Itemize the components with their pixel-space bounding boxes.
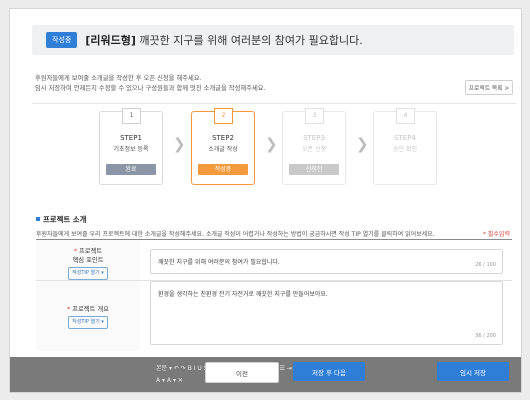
guide-line-2: 임시 저장하여 언제든지 수정할 수 있으나 구성원들과 함께 멋진 소개글을 … [35,85,266,92]
chevron-right-icon: ❯ [265,135,278,153]
step-number: 1 [122,108,141,124]
guide-line-1: 후원자들에게 보여줄 소개글을 작성한 후 오픈 신청을 해주세요. [35,75,202,82]
chevron-right-icon: ❯ [173,135,186,153]
overview-textarea[interactable]: 환경을 생각하는 친환경 전기 자전거로 깨끗한 지구를 만들어보아요. 36 … [150,281,503,345]
step-description: 기초정보 등록 [113,146,149,153]
tip-open-button[interactable]: 작성TIP 열기 ▾ [68,316,108,329]
section-title-text: 프로젝트 소개 [43,215,87,224]
status-badge: 작성중 [46,32,78,48]
step-title: STEP2 [212,134,234,142]
main-frame: 작성중 [리워드형] 깨끗한 지구를 위해 여러분의 참여가 필요합니다. 후원… [9,8,522,393]
step-2: 2 STEP2 소개글 작성 작성중 [191,108,255,185]
divider [32,103,516,104]
char-counter: 36 / 200 [475,333,496,339]
project-header: 작성중 [리워드형] 깨끗한 지구를 위해 여러분의 참여가 필요합니다. [32,25,514,55]
overview-value: 환경을 생각하는 친환경 전기 자전거로 깨끗한 지구를 만들어보아요. [158,291,328,298]
step-description: 오픈 신청 [302,146,326,153]
project-list-button[interactable]: 프로젝트 목록 > [465,80,513,95]
section-marker [36,217,40,221]
section-description: 후원자들에게 보여줄 우리 프로젝트에 대한 소개글을 작성해주세요. 소개글 … [36,231,435,238]
field-label-overview: * 프로젝트 개요 작성TIP 열기 ▾ [38,305,138,329]
step-title: STEP4 [394,134,416,142]
step-title: STEP3 [303,134,325,142]
project-type-label: [리워드형] [85,34,136,47]
field-label-key-point: * 프로젝트 핵심 포인트 작성TIP 열기 ▾ [38,247,138,280]
step-description: 소개글 작성 [208,146,238,153]
step-status: 신청전 [289,164,339,175]
project-title: 깨끗한 지구를 위해 여러분의 참여가 필요합니다. [135,34,363,47]
step-3: 3 STEP3 오픈 신청 신청전 [282,108,346,185]
prev-button[interactable]: 이전 [205,362,279,383]
save-next-button[interactable]: 저장 후 다음 [293,362,365,381]
tip-open-button[interactable]: 작성TIP 열기 ▾ [68,267,108,280]
key-point-input[interactable]: 깨끗한 지구를 위해 여러분의 참여가 필요합니다. 26 / 100 [150,249,503,274]
section-title: 프로젝트 소개 [36,214,86,225]
step-number: 3 [305,108,324,124]
step-number: 4 [396,108,415,124]
page-title: [리워드형] 깨끗한 지구를 위해 여러분의 참여가 필요합니다. [85,32,362,48]
step-number: 2 [214,108,233,124]
key-point-value: 깨끗한 지구를 위해 여러분의 참여가 필요합니다. [158,259,280,266]
char-counter: 26 / 100 [475,262,496,268]
chevron-right-icon: ❯ [356,135,369,153]
step-status: 작성중 [198,164,248,175]
temp-save-button[interactable]: 임시 저장 [437,362,509,381]
guide-text: 후원자들에게 보여줄 소개글을 작성한 후 오픈 신청을 해주세요. 임시 저장… [35,74,266,94]
toolbar-row-2[interactable]: A ▾ A ▾ ✕ [156,377,183,384]
step-title: STEP1 [120,134,142,142]
step-status: 완료 [106,164,156,175]
step-4: 4 STEP4 승인 확인 [373,108,437,185]
step-1: 1 STEP1 기초정보 등록 완료 [99,108,163,185]
step-description: 승인 확인 [393,146,417,153]
required-note: * 필수입력 [483,231,510,238]
